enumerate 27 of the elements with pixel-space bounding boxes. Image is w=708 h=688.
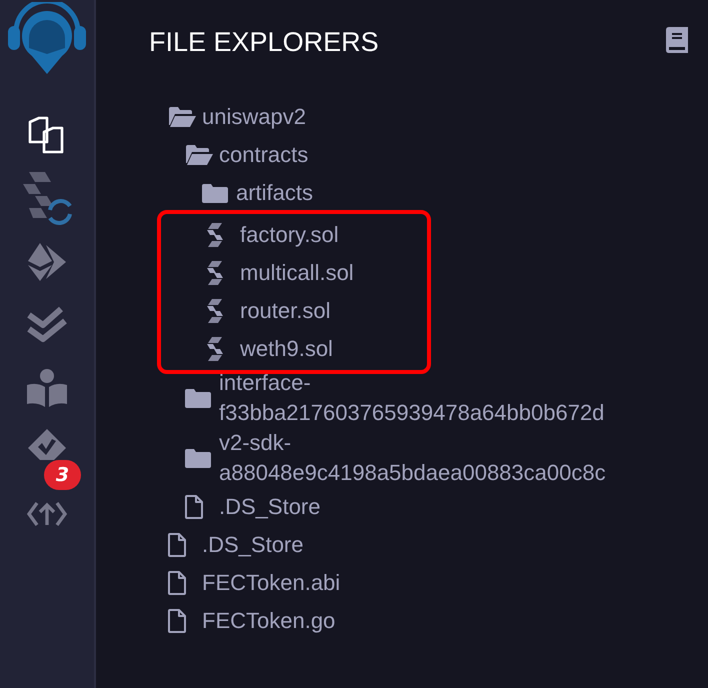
double-check-icon[interactable] [27,304,67,344]
checker-icon[interactable] [26,427,68,460]
tree-item-label[interactable]: FECToken.abi [202,568,340,598]
tree-item-label[interactable]: artifacts [236,178,314,208]
tree-item-label[interactable]: router.sol [240,296,330,326]
tree-item-label[interactable]: .DS_Store [219,492,320,522]
ethereum-icon[interactable] [26,240,68,282]
tree-item-label[interactable]: weth9.sol [240,334,333,364]
solidity-icon [206,337,224,361]
tree-item-label[interactable]: .DS_Store [202,530,304,560]
file-icon [168,533,186,557]
tree-item-label[interactable]: contracts [219,140,308,170]
solidity-icon [206,223,224,247]
file-icon [185,495,203,519]
solidity-icon [206,261,224,285]
tree-item-label[interactable]: FECToken.go [202,606,336,636]
notification-badge: 3 [44,460,81,490]
solidity-icon [206,299,224,323]
tree-item-label[interactable]: v2-sdk-a88048e9c4198a5bdaea00883ca00c8c [219,428,669,488]
reader-book-icon[interactable] [26,368,68,406]
tree-item-label[interactable]: factory.sol [240,220,339,250]
tree-item-label[interactable]: uniswapv2 [202,102,306,132]
file-icon [168,571,186,595]
book-icon[interactable] [666,27,688,53]
file-icon [168,609,186,633]
tree-item-label[interactable]: multicall.sol [240,258,354,288]
panel-title: FILE EXPLORERS [149,26,379,58]
